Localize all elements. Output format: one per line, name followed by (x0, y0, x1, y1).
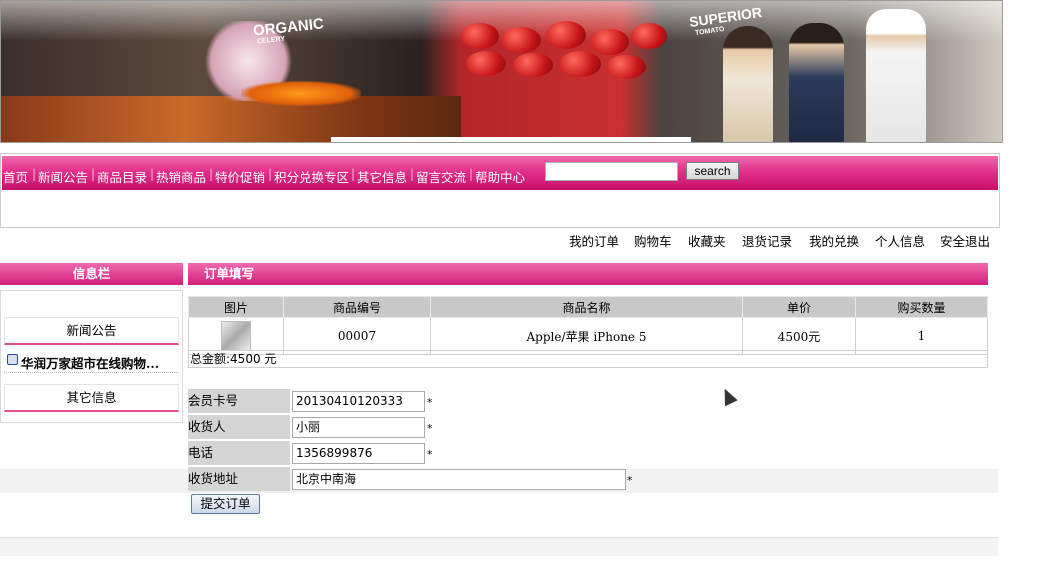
col-image: 图片 (188, 296, 284, 318)
col-qty: 购买数量 (855, 296, 988, 318)
link-favorites[interactable]: 收藏夹 (688, 231, 726, 250)
submit-order-button[interactable]: 提交订单 (191, 494, 260, 514)
banner-tomato (631, 23, 667, 49)
sidebar-news-item[interactable]: 华润万家超市在线购物... (21, 353, 159, 372)
order-total: 总金额:4500 元 (188, 350, 988, 368)
link-profile[interactable]: 个人信息 (875, 231, 925, 250)
banner-oranges (241, 81, 361, 106)
banner-tomato (546, 21, 586, 49)
product-thumbnail[interactable] (221, 321, 251, 351)
search-button[interactable]: search (686, 162, 739, 180)
banner-produce-shelf (1, 96, 461, 142)
nav-catalog[interactable]: 商品目录 (97, 167, 147, 186)
sidebar-other-button[interactable]: 其它信息 (4, 384, 179, 412)
required-mark: * (627, 474, 633, 487)
nav-help[interactable]: 帮助中心 (475, 167, 525, 186)
card-label: 会员卡号 (188, 389, 290, 413)
link-returns[interactable]: 退货记录 (742, 231, 792, 250)
nav-hot-products[interactable]: 热销商品 (156, 167, 206, 186)
banner-tomato (513, 53, 553, 77)
nav-separator: | (32, 167, 37, 181)
banner-tomato (606, 55, 646, 79)
banner-tomato (559, 51, 601, 77)
address-field[interactable]: 北京中南海 (292, 469, 626, 490)
col-code: 商品编号 (283, 296, 431, 318)
order-section-title: 订单填写 (188, 263, 988, 285)
mouse-cursor-icon (718, 385, 738, 407)
nav-messages[interactable]: 留言交流 (416, 167, 466, 186)
banner-chef (866, 9, 926, 142)
table-header-row: 图片 商品编号 商品名称 单价 购买数量 (188, 296, 988, 318)
news-bullet-icon (7, 354, 18, 365)
link-logout[interactable]: 安全退出 (940, 231, 990, 250)
nav-other-info[interactable]: 其它信息 (357, 167, 407, 186)
col-name: 商品名称 (430, 296, 743, 318)
required-mark: * (427, 396, 433, 409)
address-label: 收货地址 (188, 467, 290, 491)
sidebar-title: 信息栏 (0, 263, 183, 285)
phone-label: 电话 (188, 441, 290, 465)
banner-tomato (466, 51, 506, 76)
receiver-field[interactable]: 小丽 (292, 417, 425, 438)
banner-shopper-2 (789, 23, 844, 142)
card-number-field[interactable]: 20130410120333 (292, 391, 425, 412)
sidebar-divider (4, 372, 179, 373)
link-my-exchanges[interactable]: 我的兑换 (809, 231, 859, 250)
order-items-table: 图片 商品编号 商品名称 单价 购买数量 00007 Apple/苹果 iPho… (188, 296, 988, 355)
nav-separator: | (410, 167, 415, 181)
link-cart[interactable]: 购物车 (634, 231, 672, 250)
cell-price: 4500元 (742, 317, 856, 355)
phone-field[interactable]: 1356899876 (292, 443, 425, 464)
cell-code: 00007 (283, 317, 431, 355)
required-mark: * (427, 448, 433, 461)
product-thumbnail-cell (188, 317, 284, 355)
nav-separator: | (351, 167, 356, 181)
banner-tomato (591, 29, 629, 55)
site-banner: ORGANIC CELERY SUPERIOR TOMATO (0, 0, 1003, 143)
banner-shopper-1 (723, 26, 773, 142)
required-mark: * (427, 422, 433, 435)
nav-promotions[interactable]: 特价促销 (215, 167, 265, 186)
receiver-label: 收货人 (188, 415, 290, 439)
cell-qty: 1 (855, 317, 988, 355)
cell-name: Apple/苹果 iPhone 5 (430, 317, 743, 355)
page-footer (0, 537, 998, 556)
banner-bottom-strip (331, 137, 691, 142)
banner-tomato (461, 23, 499, 49)
nav-separator: | (150, 167, 155, 181)
table-row: 00007 Apple/苹果 iPhone 5 4500元 1 (188, 317, 988, 355)
nav-separator: | (209, 167, 214, 181)
nav-separator: | (91, 167, 96, 181)
search-input[interactable] (545, 162, 678, 181)
nav-separator: | (469, 167, 474, 181)
nav-points-exchange[interactable]: 积分兑换专区 (274, 167, 349, 186)
col-price: 单价 (742, 296, 856, 318)
nav-home[interactable]: 首页 (3, 167, 28, 186)
banner-tomato (501, 27, 541, 53)
sidebar-news-button[interactable]: 新闻公告 (4, 317, 179, 345)
nav-separator: | (268, 167, 273, 181)
nav-news[interactable]: 新闻公告 (38, 167, 88, 186)
link-my-orders[interactable]: 我的订单 (569, 231, 619, 250)
